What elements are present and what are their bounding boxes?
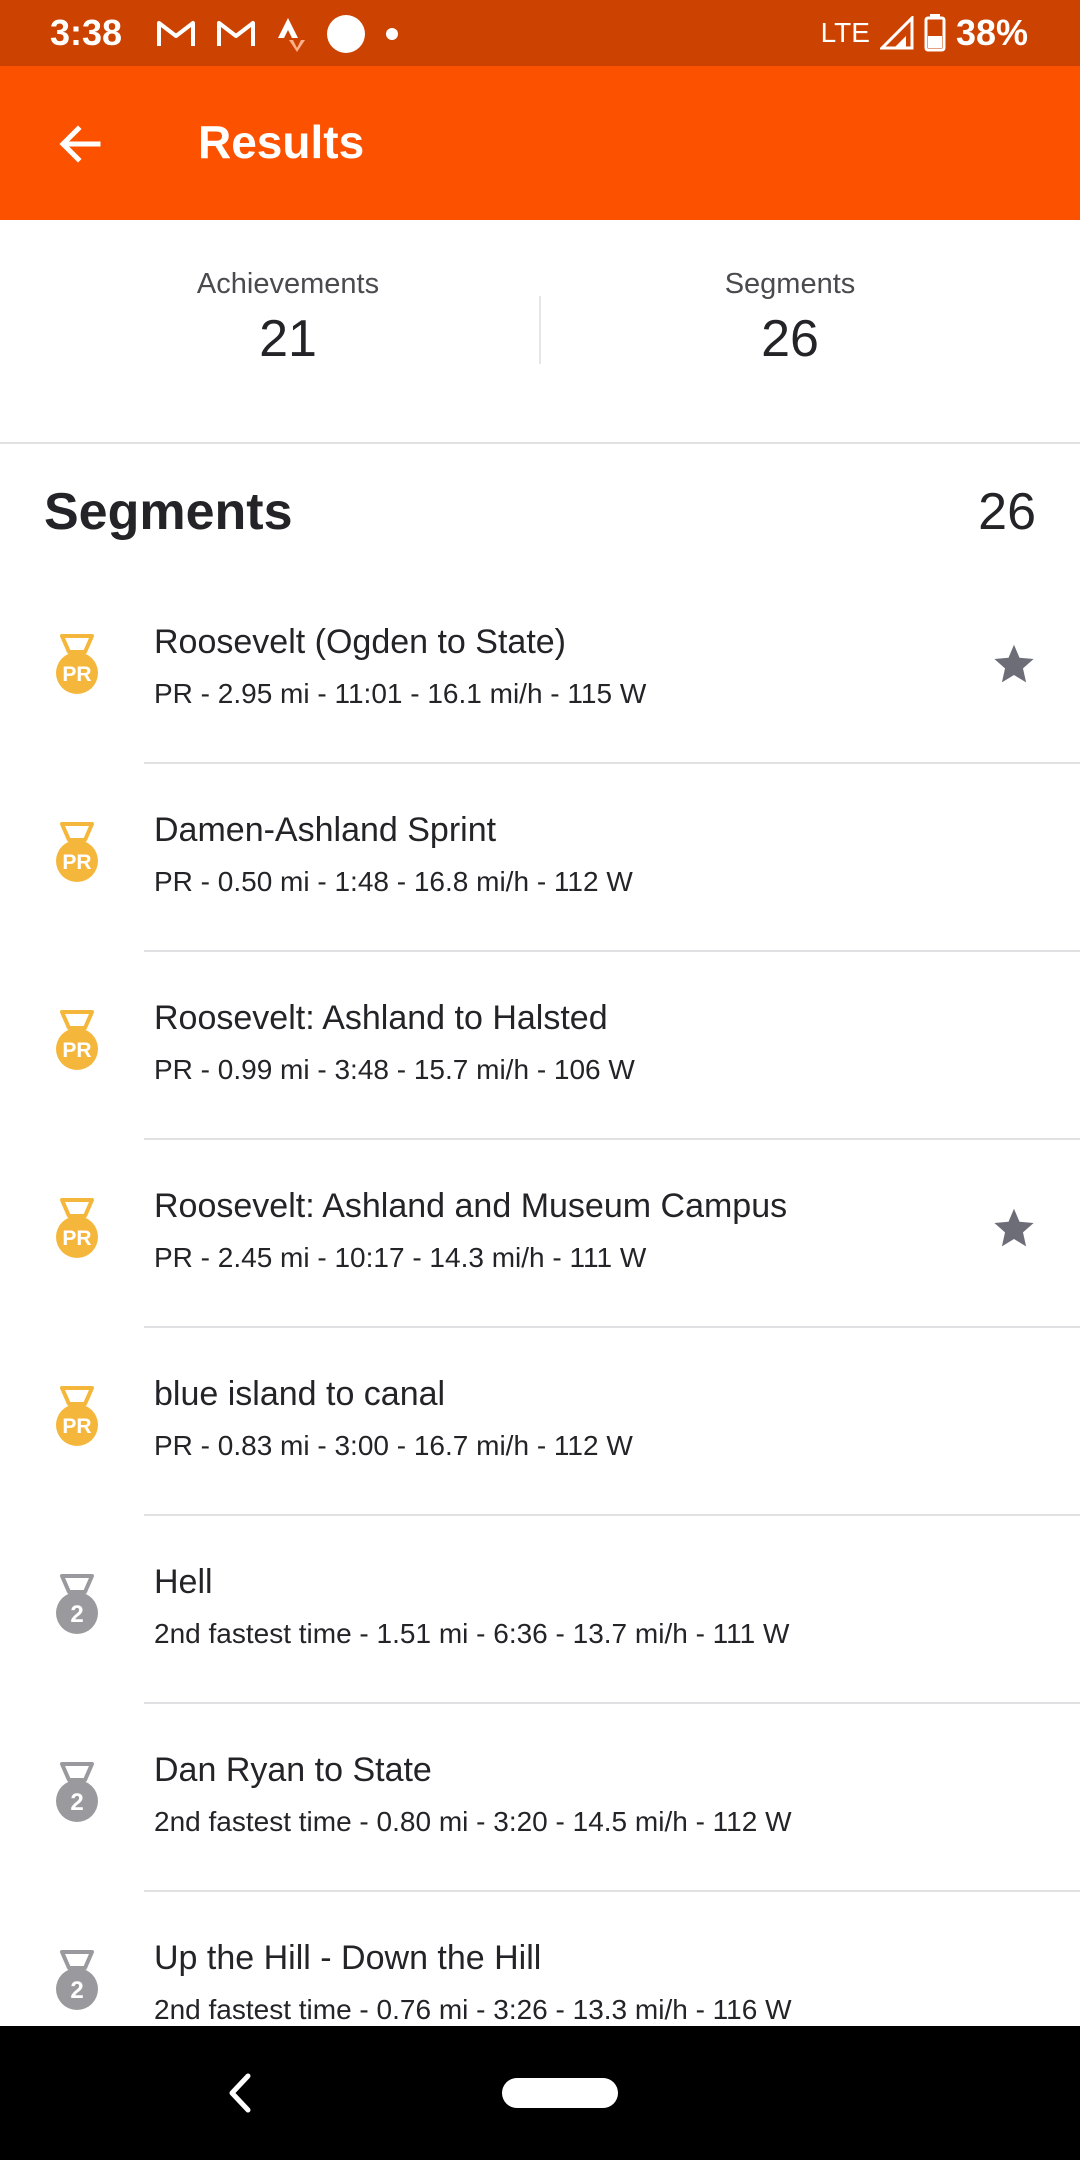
star-icon[interactable]: [992, 642, 1036, 686]
segment-stats: PR - 0.99 mi - 3:48 - 15.7 mi/h - 106 W: [154, 1054, 635, 1085]
system-icons: LTE 38%: [821, 10, 1028, 56]
medal-label: 2: [70, 1789, 83, 1816]
arrow-left-icon: [59, 125, 101, 163]
pr-medal-icon: PR: [56, 1386, 98, 1446]
second-place-medal-icon: 2: [56, 1950, 98, 2010]
medal-label: 2: [70, 1601, 83, 1628]
status-time: 3:38: [50, 12, 123, 53]
section-title: Segments: [44, 483, 293, 541]
segment-name: Roosevelt (Ogden to State): [154, 623, 567, 661]
status-bar: 3:38 LTE 38%: [0, 0, 1080, 66]
achievements-summary[interactable]: Achievements 21: [18, 266, 558, 374]
medal-label: PR: [62, 1227, 91, 1250]
segments-count: 26: [761, 310, 819, 368]
segments-section-header: Segments 26: [0, 444, 1080, 576]
nav-back-icon[interactable]: [220, 2070, 260, 2116]
segment-stats: 2nd fastest time - 0.80 mi - 3:20 - 14.5…: [154, 1806, 792, 1837]
pr-medal-icon: PR: [56, 1198, 98, 1258]
page-title: Results: [198, 116, 365, 168]
segment-stats: PR - 2.95 mi - 11:01 - 16.1 mi/h - 115 W: [154, 678, 647, 709]
star-icon[interactable]: [992, 1206, 1036, 1250]
achievements-label: Achievements: [196, 268, 380, 300]
segment-stats: 2nd fastest time - 0.76 mi - 3:26 - 13.3…: [154, 1994, 792, 2025]
medal-label: PR: [62, 663, 91, 686]
strava-icon: [278, 18, 305, 52]
circle-icon: [327, 15, 365, 53]
segments-label: Segments: [724, 268, 856, 300]
segment-row[interactable]: PR Roosevelt (Ogden to State) PR - 2.95 mi…: [0, 576, 1080, 764]
segment-list: PR Roosevelt (Ogden to State) PR - 2.95 mi…: [0, 576, 1080, 2080]
signal-icon: [879, 16, 914, 50]
second-place-medal-icon: 2: [56, 1574, 98, 1634]
pr-medal-icon: PR: [56, 822, 98, 882]
segment-name: Roosevelt: Ashland and Museum Campus: [154, 1187, 788, 1225]
segment-row[interactable]: PR Roosevelt: Ashland and Museum Campus PR…: [0, 1140, 1080, 1328]
segment-stats: 2nd fastest time - 1.51 mi - 6:36 - 13.7…: [154, 1618, 790, 1649]
achievements-count: 21: [259, 310, 317, 368]
segment-stats: PR - 0.83 mi - 3:00 - 16.7 mi/h - 112 W: [154, 1430, 633, 1461]
medal-label: PR: [62, 1039, 91, 1062]
segment-name: Up the Hill - Down the Hill: [154, 1939, 542, 1977]
second-place-medal-icon: 2: [56, 1762, 98, 1822]
segment-row[interactable]: 2 Hell 2nd fastest time - 1.51 mi - 6:36 -…: [0, 1516, 1080, 1704]
section-count: 26: [978, 483, 1036, 541]
segment-name: Hell: [154, 1563, 213, 1601]
medal-label: 2: [70, 1977, 83, 2004]
notification-icons: [156, 14, 398, 54]
network-type: LTE: [820, 17, 870, 48]
segment-row[interactable]: 2 Dan Ryan to State 2nd fastest time - 0.8…: [0, 1704, 1080, 1892]
results-summary: Achievements 21 Segments 26: [0, 220, 1080, 444]
navigation-bar: [0, 2026, 1080, 2160]
more-notifications-icon: [386, 28, 398, 40]
segment-row[interactable]: PR Damen-Ashland Sprint PR - 0.50 mi - 1:4…: [0, 764, 1080, 952]
back-button[interactable]: [40, 104, 120, 184]
segment-name: blue island to canal: [154, 1375, 446, 1413]
segment-row[interactable]: PR Roosevelt: Ashland to Halsted PR - 0.99…: [0, 952, 1080, 1140]
pr-medal-icon: PR: [56, 1010, 98, 1070]
segment-stats: PR - 0.50 mi - 1:48 - 16.8 mi/h - 112 W: [154, 866, 633, 897]
segment-name: Dan Ryan to State: [154, 1751, 432, 1789]
battery-icon: [924, 14, 946, 52]
segment-name: Roosevelt: Ashland to Halsted: [154, 999, 608, 1037]
gmail-icon: [217, 21, 255, 46]
segment-name: Damen-Ashland Sprint: [154, 811, 497, 849]
segments-summary[interactable]: Segments 26: [520, 266, 1060, 374]
nav-home-pill[interactable]: [502, 2078, 618, 2108]
segment-row[interactable]: PR blue island to canal PR - 0.83 mi - 3:0…: [0, 1328, 1080, 1516]
segment-stats: PR - 2.45 mi - 10:17 - 14.3 mi/h - 111 W: [154, 1242, 647, 1273]
app-bar: Results: [0, 66, 1080, 220]
medal-label: PR: [62, 851, 91, 874]
battery-percent: 38%: [955, 12, 1028, 53]
medal-label: PR: [62, 1415, 91, 1438]
gmail-icon: [157, 21, 195, 46]
pr-medal-icon: PR: [56, 634, 98, 694]
